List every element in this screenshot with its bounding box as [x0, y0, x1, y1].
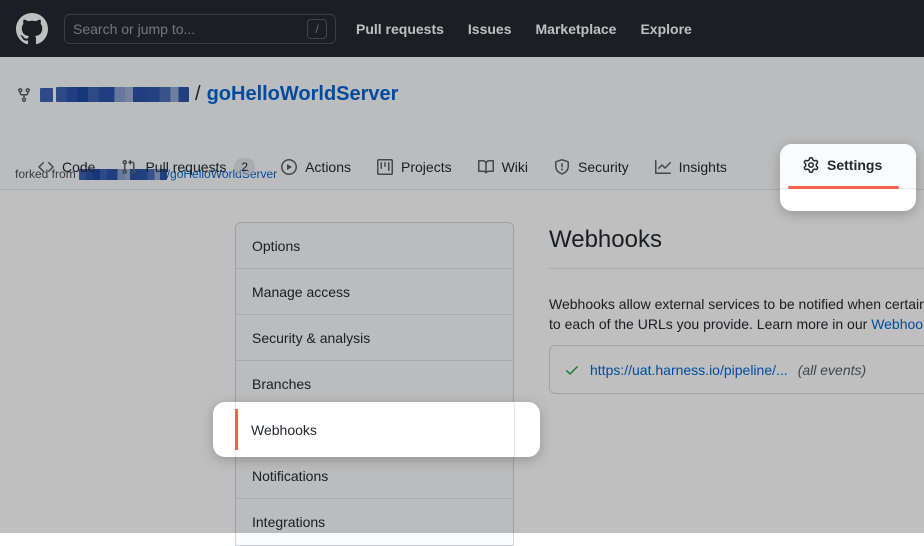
selected-item-indicator: [235, 409, 238, 450]
settings-tab-spotlight: Settings: [780, 144, 916, 211]
webhooks-item-spotlight: Webhooks: [213, 402, 540, 457]
selected-tab-underline: [788, 186, 899, 189]
tab-label: Settings: [827, 157, 882, 173]
gear-icon: [803, 157, 819, 173]
sidebar-item-webhooks-highlighted[interactable]: Webhooks: [251, 402, 317, 457]
sidebar-right-border: [514, 402, 515, 457]
tab-settings[interactable]: Settings: [803, 157, 882, 173]
